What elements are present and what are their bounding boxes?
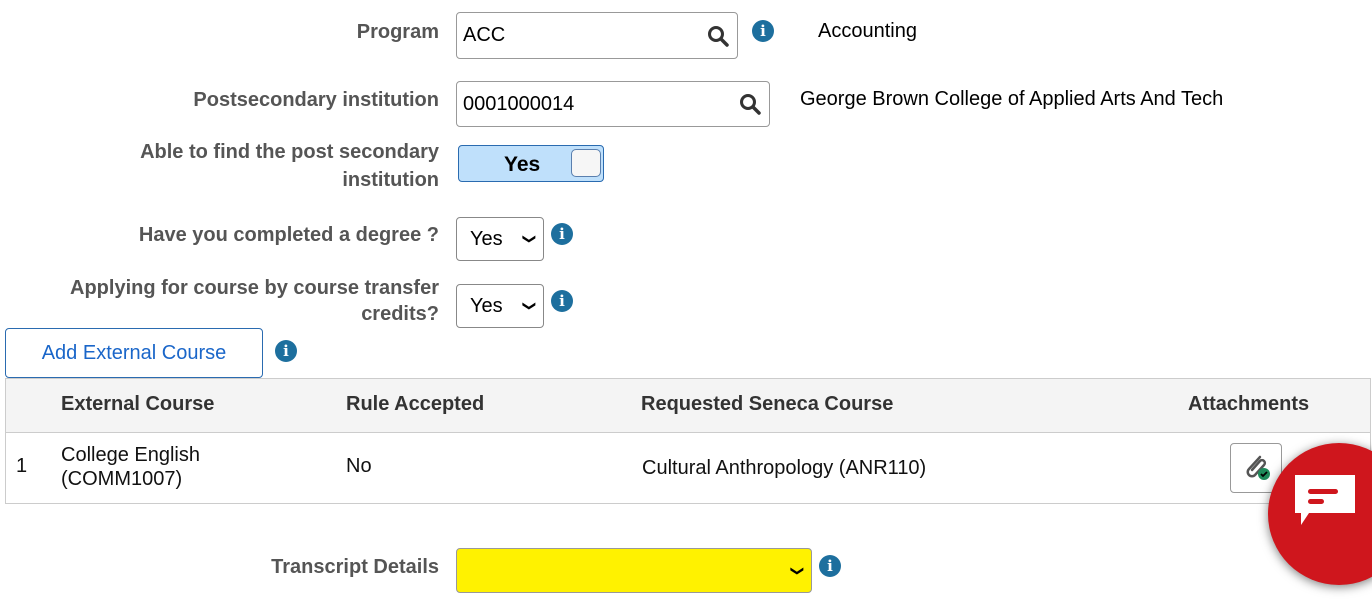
requested-course: Cultural Anthropology (ANR110) xyxy=(642,457,927,479)
degree-select[interactable]: Yes ❯ xyxy=(456,217,544,261)
transfer-select[interactable]: Yes ❯ xyxy=(456,284,544,328)
able-label: Able to find the post secondary instituti… xyxy=(140,141,439,191)
paperclip-icon xyxy=(1246,455,1270,480)
toggle-knob[interactable] xyxy=(571,149,601,177)
program-description: Accounting xyxy=(818,20,917,42)
transfer-label: Applying for course by course transfer cr… xyxy=(70,277,439,325)
header-external-course: External Course xyxy=(61,393,215,415)
institution-input[interactable]: 0001000014 xyxy=(456,81,770,127)
rule-accepted: No xyxy=(346,455,372,477)
header-rule-accepted: Rule Accepted xyxy=(346,393,485,415)
header-attachments: Attachments xyxy=(1188,393,1310,415)
info-icon[interactable]: i xyxy=(819,555,841,577)
institution-value: 0001000014 xyxy=(463,92,575,115)
external-course: College English (COMM1007) xyxy=(61,444,200,490)
institution-label: Postsecondary institution xyxy=(193,89,439,111)
search-icon[interactable] xyxy=(707,25,729,47)
degree-value: Yes xyxy=(470,227,503,250)
row-number: 1 xyxy=(16,455,28,477)
transfer-value: Yes xyxy=(470,294,503,317)
info-icon[interactable]: i xyxy=(551,223,573,245)
add-external-course-button[interactable]: Add External Course xyxy=(5,328,263,378)
transcript-select[interactable]: ❯ xyxy=(456,548,812,593)
degree-label: Have you completed a degree ? xyxy=(138,224,439,246)
search-icon[interactable] xyxy=(739,93,761,115)
info-icon[interactable]: i xyxy=(551,290,573,312)
toggle-label: Yes xyxy=(504,153,541,176)
chevron-down-icon: ❯ xyxy=(790,565,806,576)
program-value: ACC xyxy=(463,24,506,46)
institution-description: George Brown College of Applied Arts And… xyxy=(800,88,1224,110)
able-toggle[interactable]: Yes xyxy=(458,145,604,182)
program-input[interactable]: ACC xyxy=(456,12,738,59)
transcript-label: Transcript Details xyxy=(271,556,439,578)
chat-icon xyxy=(1295,475,1355,525)
info-icon[interactable]: i xyxy=(752,20,774,42)
chevron-down-icon: ❯ xyxy=(522,233,538,245)
chevron-down-icon: ❯ xyxy=(522,300,538,312)
header-requested-course: Requested Seneca Course xyxy=(641,393,894,415)
program-label: Program xyxy=(356,21,439,43)
info-icon[interactable]: i xyxy=(275,340,297,362)
